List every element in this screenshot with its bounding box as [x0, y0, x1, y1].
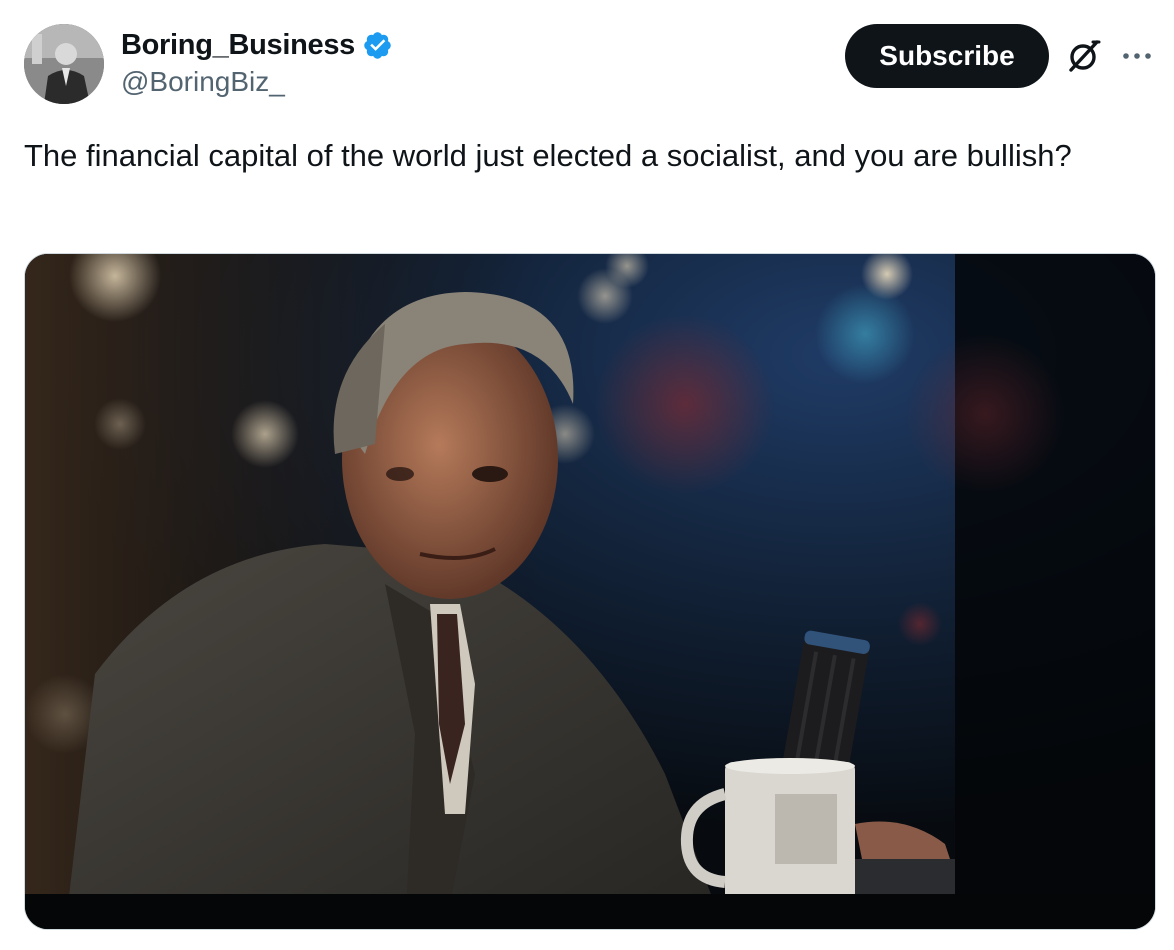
- avatar-photo: [24, 24, 104, 104]
- video-still-photo: [25, 254, 1155, 929]
- avatar[interactable]: [24, 24, 104, 104]
- more-icon[interactable]: [1117, 44, 1157, 68]
- verified-badge-icon: [364, 31, 391, 59]
- author-name-row[interactable]: Boring_Business: [121, 26, 393, 64]
- tweet-text: The financial capital of the world just …: [24, 138, 1072, 173]
- media-image[interactable]: [24, 253, 1156, 930]
- tweet: Boring_Business @BoringBiz_ Subscribe Th…: [0, 0, 1174, 950]
- subscribe-button[interactable]: Subscribe: [845, 24, 1049, 88]
- author-name[interactable]: Boring_Business: [121, 29, 355, 62]
- author-handle[interactable]: @BoringBiz_: [121, 66, 285, 98]
- grok-icon[interactable]: [1066, 38, 1102, 74]
